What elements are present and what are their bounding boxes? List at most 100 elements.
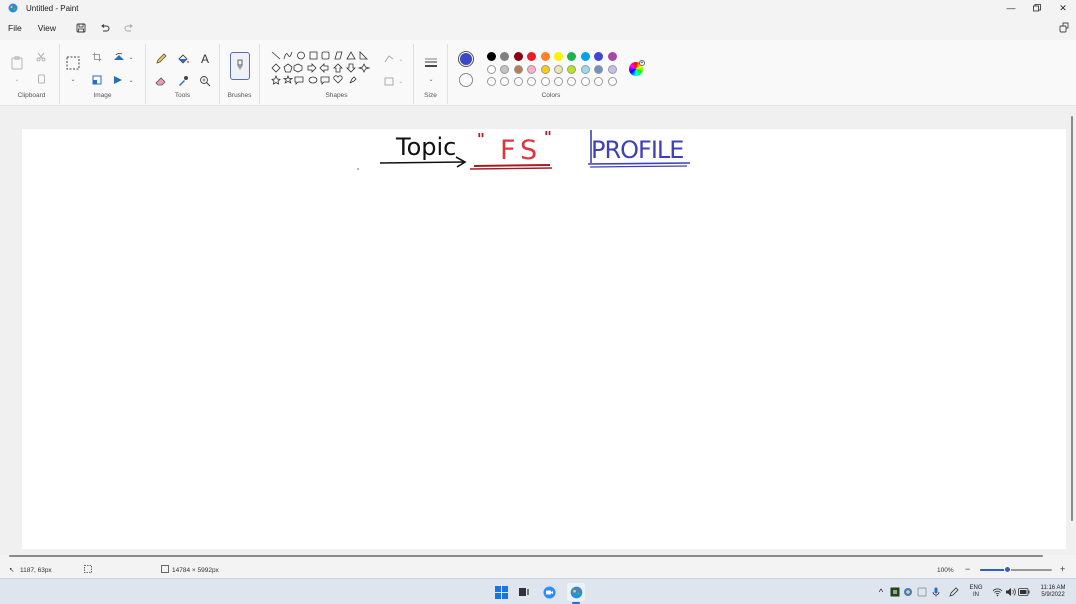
flip-dropdown[interactable]: ⌄ — [124, 73, 138, 87]
color-swatch[interactable] — [540, 64, 550, 74]
share-button[interactable] — [1058, 21, 1070, 35]
color-swatch[interactable] — [594, 52, 604, 61]
zoom-slider[interactable] — [980, 566, 1052, 573]
size-button[interactable] — [424, 56, 438, 70]
minimize-button[interactable]: — — [998, 0, 1024, 16]
size-dropdown[interactable]: ⌄ — [424, 72, 438, 86]
save-button[interactable] — [74, 21, 88, 35]
text-tool[interactable]: A — [198, 52, 212, 66]
tray-app-1[interactable] — [888, 585, 902, 599]
tray-app-2[interactable] — [901, 585, 915, 599]
color-swatch[interactable] — [580, 52, 590, 61]
battery-button[interactable] — [1017, 585, 1031, 599]
show-hidden-icons-button[interactable]: ^ — [874, 585, 888, 599]
color-swatch[interactable] — [540, 52, 550, 61]
color-swatch[interactable] — [580, 64, 590, 74]
language-indicator[interactable]: ENG IN — [966, 585, 986, 599]
select-button[interactable] — [66, 56, 80, 70]
paint-taskbar-button[interactable] — [567, 583, 585, 601]
wifi-button[interactable] — [990, 585, 1004, 599]
clock-time: 11:16 AM — [1040, 585, 1066, 591]
chevron-down-icon: ⌄ — [128, 54, 134, 61]
select-dropdown[interactable]: ⌄ — [66, 72, 80, 86]
color-swatch[interactable] — [513, 64, 523, 74]
secondary-color-button[interactable] — [459, 73, 473, 87]
custom-color-slot[interactable] — [487, 77, 496, 86]
task-view-button[interactable] — [517, 585, 531, 599]
vertical-scrollbar[interactable] — [1071, 116, 1073, 521]
clock[interactable]: 11:16 AM 5/9/2022 — [1034, 585, 1072, 599]
redo-button[interactable] — [122, 21, 136, 35]
custom-color-slot[interactable] — [527, 77, 537, 86]
color-swatch[interactable] — [513, 52, 523, 61]
cursor-icon: ↖ — [9, 567, 15, 574]
cut-button[interactable] — [34, 50, 48, 64]
custom-color-slot[interactable] — [500, 77, 510, 86]
magnifier-tool[interactable] — [198, 74, 212, 88]
color-swatch[interactable] — [487, 52, 496, 61]
zoom-slider-thumb[interactable] — [1004, 566, 1012, 573]
color-swatch[interactable] — [554, 64, 563, 74]
file-menu[interactable]: File — [0, 23, 30, 33]
drawing-strokes: Topic " " FS PROFILE — [357, 129, 691, 170]
color-swatch[interactable] — [487, 64, 496, 74]
zoom-app-button[interactable] — [542, 585, 556, 599]
primary-color-swatch — [460, 53, 472, 65]
rotate-dropdown[interactable]: ⌄ — [124, 50, 138, 64]
color-swatch[interactable] — [607, 52, 617, 61]
custom-color-slot[interactable] — [513, 77, 523, 86]
custom-color-slot[interactable] — [607, 77, 617, 86]
color-swatch[interactable] — [567, 52, 577, 61]
zoom-out-button[interactable]: − — [965, 564, 970, 574]
view-menu[interactable]: View — [30, 23, 64, 33]
shapes-gallery[interactable] — [270, 50, 380, 86]
zoom-in-button[interactable]: + — [1060, 564, 1065, 574]
color-swatch[interactable] — [567, 64, 577, 74]
cursor-position: 1187, 63px — [20, 567, 52, 574]
paste-dropdown[interactable]: ⌄ — [10, 72, 24, 86]
horizontal-scrollbar[interactable] — [9, 555, 1043, 557]
restore-button[interactable] — [1024, 0, 1050, 16]
color-picker-tool[interactable] — [176, 74, 190, 88]
drawing-canvas[interactable]: Topic " " FS PROFILE — [22, 129, 1066, 549]
video-camera-icon — [543, 586, 555, 598]
outline-dropdown[interactable]: ⌄ — [394, 52, 408, 66]
custom-color-slot[interactable] — [580, 77, 590, 86]
custom-color-slot[interactable] — [594, 77, 604, 86]
color-swatch[interactable] — [527, 52, 537, 61]
copy-button[interactable] — [34, 72, 48, 86]
windows-icon — [494, 585, 508, 599]
custom-color-slot[interactable] — [554, 77, 563, 86]
color-swatch[interactable] — [554, 52, 563, 61]
color-swatch[interactable] — [527, 64, 537, 74]
resize-button[interactable] — [90, 73, 104, 87]
primary-color-button[interactable] — [458, 51, 474, 67]
microphone-icon — [932, 587, 940, 597]
shapes-group: ⌄ ⌄ Shapes — [260, 44, 414, 104]
color-swatch[interactable] — [500, 64, 510, 74]
close-button[interactable]: ✕ — [1050, 0, 1076, 16]
edit-colors-button[interactable]: + — [629, 60, 645, 76]
paste-button[interactable] — [10, 56, 24, 70]
pen-button[interactable] — [947, 585, 961, 599]
color-swatch[interactable] — [500, 52, 510, 61]
shapes-label: Shapes — [325, 92, 348, 99]
brushes-button[interactable] — [230, 52, 250, 80]
fill-tool[interactable] — [176, 52, 190, 66]
microphone-button[interactable] — [929, 585, 943, 599]
volume-button[interactable] — [1003, 585, 1017, 599]
color-swatch[interactable] — [594, 64, 604, 74]
crop-button[interactable] — [90, 50, 104, 64]
color-swatch[interactable] — [607, 64, 617, 74]
undo-button[interactable] — [98, 21, 112, 35]
pencil-tool[interactable] — [154, 52, 168, 66]
tray-app-3[interactable] — [915, 585, 929, 599]
wifi-icon — [992, 588, 1002, 597]
custom-color-slot[interactable] — [567, 77, 577, 86]
start-button[interactable] — [494, 585, 508, 599]
custom-color-slot[interactable] — [540, 77, 550, 86]
chevron-down-icon: ⌄ — [398, 78, 404, 85]
eraser-tool[interactable] — [154, 74, 168, 88]
fill-dropdown[interactable]: ⌄ — [394, 74, 408, 88]
colors-label: Colors — [541, 92, 561, 99]
